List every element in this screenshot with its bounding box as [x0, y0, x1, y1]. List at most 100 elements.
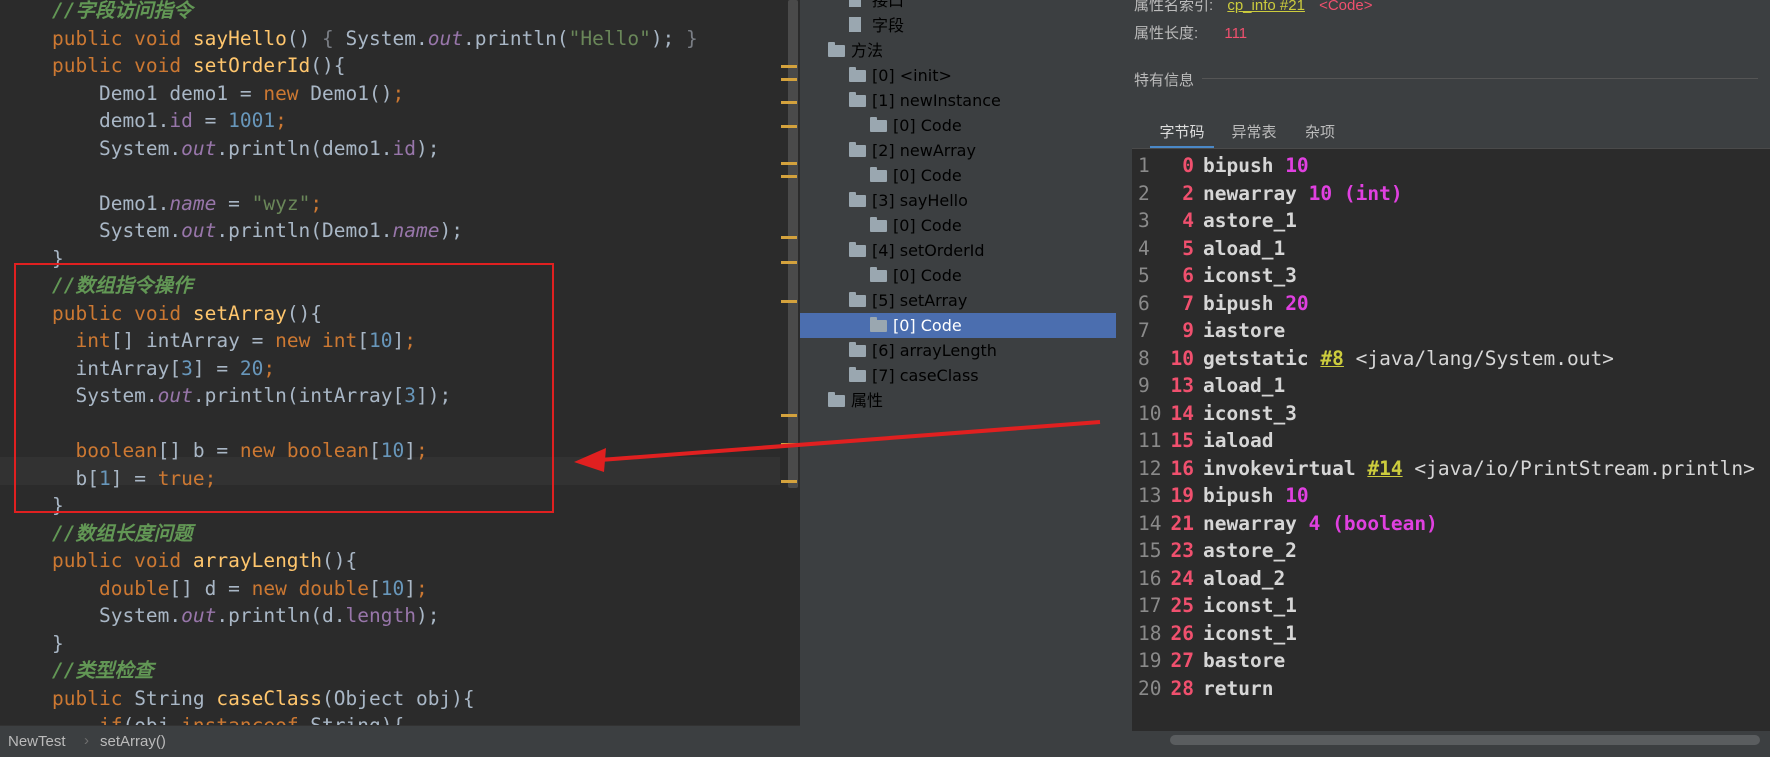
- breadcrumb-class[interactable]: NewTest: [8, 733, 66, 750]
- attr-length-label: 属性长度:: [1134, 25, 1199, 42]
- error-stripe-mark[interactable]: [781, 300, 797, 303]
- bytecode-row[interactable]: 10 14 iconst_3: [1132, 400, 1770, 428]
- code-token: double: [98, 576, 170, 600]
- line-number: 10: [1138, 401, 1162, 425]
- bytecode-row[interactable]: 6 7 bipush 20: [1132, 290, 1770, 318]
- tab-bytecode[interactable]: 字节码: [1150, 120, 1214, 149]
- tree-item[interactable]: [7] caseClass: [800, 363, 1116, 388]
- tree-item[interactable]: 字段: [800, 13, 1116, 38]
- code-line[interactable]: public String caseClass(Object obj){: [52, 685, 475, 713]
- tree-item-label: [1] newInstance: [872, 91, 1001, 110]
- bytecode-offset: 7: [1182, 291, 1194, 315]
- bytecode-row[interactable]: 8 10 getstatic #8 <java/lang/System.out>: [1132, 345, 1770, 373]
- error-stripe-mark[interactable]: [781, 125, 797, 128]
- bytecode-row[interactable]: 13 19 bipush 10: [1132, 482, 1770, 510]
- code-token: //类型检查: [52, 659, 154, 682]
- code-token: );: [439, 219, 463, 242]
- error-stripe-mark[interactable]: [781, 261, 797, 264]
- bytecode-instruction: aload_1: [1203, 235, 1285, 263]
- bytecode-row[interactable]: 2 2 newarray 10 (int): [1132, 180, 1770, 208]
- error-stripe-mark[interactable]: [781, 101, 797, 104]
- code-line[interactable]: public void setOrderId(){: [52, 52, 346, 80]
- tree-item[interactable]: [6] arrayLength: [800, 338, 1116, 363]
- bytecode-row[interactable]: 3 4 astore_1: [1132, 207, 1770, 235]
- code-token: //数组长度问题: [52, 521, 193, 545]
- code-line[interactable]: double[] d = new double[10];: [52, 575, 428, 603]
- code-line[interactable]: //字段访问指令: [52, 0, 192, 25]
- tree-item[interactable]: [0] Code: [800, 263, 1116, 288]
- code-line[interactable]: System.out.println(d.length);: [52, 602, 440, 630]
- code-token: setOrderId: [192, 54, 311, 77]
- bytecode-row[interactable]: 12 16 invokevirtual #14 <java/io/PrintStre…: [1132, 455, 1770, 483]
- tree-item[interactable]: [0] <init>: [800, 63, 1116, 88]
- code-token: System.: [52, 136, 182, 160]
- tree-item[interactable]: [0] Code: [800, 163, 1116, 188]
- bytecode-row[interactable]: 18 26 iconst_1: [1132, 620, 1770, 648]
- error-stripe-mark[interactable]: [781, 65, 797, 68]
- code-line[interactable]: Demo1 demo1 = new Demo1();: [52, 80, 404, 108]
- code-line[interactable]: public void sayHello() { System.out.prin…: [52, 25, 698, 53]
- error-stripe-mark[interactable]: [781, 162, 797, 165]
- bytecode-row[interactable]: 20 28 return: [1132, 675, 1770, 703]
- code-token: {: [322, 26, 346, 50]
- cp-info-link[interactable]: cp_info #21: [1227, 0, 1305, 14]
- tree-item[interactable]: 接口: [800, 0, 1116, 13]
- code-line[interactable]: //类型检查: [52, 657, 153, 685]
- error-stripe-mark[interactable]: [781, 443, 797, 446]
- tree-item[interactable]: [1] newInstance: [800, 88, 1116, 113]
- bytecode-instruction: invokevirtual #14 <java/io/PrintStream.p…: [1203, 455, 1755, 483]
- code-line[interactable]: Demo1.name = "wyz";: [52, 190, 322, 218]
- constant-pool-ref-link[interactable]: #8: [1320, 347, 1343, 370]
- ref-comment: <java/io/PrintStream.println>: [1402, 456, 1755, 480]
- tree-item[interactable]: [0] Code: [800, 213, 1116, 238]
- code-line[interactable]: System.out.println(demo1.id);: [52, 135, 440, 163]
- error-stripe-mark[interactable]: [781, 175, 797, 178]
- bytecode-row[interactable]: 15 23 astore_2: [1132, 537, 1770, 565]
- bytecode-listing[interactable]: 1 0 bipush 10 2 2 newarray 10 (int) 3 4 astore_1…: [1132, 149, 1770, 731]
- constant-pool-ref-link[interactable]: #14: [1367, 457, 1402, 480]
- code-line[interactable]: }: [52, 630, 64, 658]
- breadcrumb-method[interactable]: setArray(): [100, 733, 166, 750]
- tree-item[interactable]: [0] Code: [800, 313, 1116, 338]
- tree-item[interactable]: [5] setArray: [800, 288, 1116, 313]
- error-stripe-mark[interactable]: [781, 480, 797, 483]
- bytecode-row[interactable]: 14 21 newarray 4 (boolean): [1132, 510, 1770, 538]
- folder-icon: [870, 317, 887, 332]
- opcode: iaload: [1203, 429, 1274, 452]
- opcode: astore_1: [1203, 209, 1297, 232]
- bytecode-row[interactable]: 4 5 aload_1: [1132, 235, 1770, 263]
- bytecode-row[interactable]: 9 13 aload_1: [1132, 372, 1770, 400]
- folder-icon: [849, 292, 866, 307]
- bytecode-row[interactable]: 19 27 bastore: [1132, 647, 1770, 675]
- tree-item[interactable]: 方法: [800, 38, 1116, 63]
- tab-misc[interactable]: 杂项: [1292, 120, 1348, 146]
- bytecode-row[interactable]: 7 9 iastore: [1132, 317, 1770, 345]
- bytecode-instruction: astore_1: [1203, 207, 1297, 235]
- tree-item[interactable]: [3] sayHello: [800, 188, 1116, 213]
- bytecode-row[interactable]: 11 15 iaload: [1132, 427, 1770, 455]
- tree-item[interactable]: [2] newArray: [800, 138, 1116, 163]
- bytecode-row[interactable]: 16 24 aload_2: [1132, 565, 1770, 593]
- code-token: ;: [275, 109, 287, 132]
- tree-item[interactable]: 属性: [800, 388, 1116, 413]
- error-stripe-mark[interactable]: [781, 236, 797, 239]
- code-token: =: [216, 191, 252, 215]
- bytecode-row[interactable]: 1 0 bipush 10: [1132, 152, 1770, 180]
- code-line[interactable]: demo1.id = 1001;: [52, 107, 287, 135]
- code-line[interactable]: //数组长度问题: [52, 520, 192, 548]
- tab-exception-table[interactable]: 异常表: [1222, 120, 1286, 146]
- code-token: (){: [322, 549, 358, 572]
- error-stripe-mark[interactable]: [781, 78, 797, 81]
- code-line[interactable]: public void arrayLength(){: [52, 547, 357, 575]
- bytecode-horizontal-scrollbar[interactable]: [1170, 735, 1760, 745]
- bytecode-instruction: aload_2: [1203, 565, 1285, 593]
- tree-item[interactable]: [4] setOrderId: [800, 238, 1116, 263]
- bytecode-row[interactable]: 17 25 iconst_1: [1132, 592, 1770, 620]
- error-stripe-mark[interactable]: [781, 414, 797, 417]
- code-editor[interactable]: //字段访问指令 public void sayHello() { System.…: [0, 0, 800, 757]
- code-line[interactable]: System.out.println(Demo1.name);: [52, 217, 463, 245]
- bytecode-instruction: astore_2: [1203, 537, 1297, 565]
- code-token: .println(: [462, 26, 569, 50]
- bytecode-row[interactable]: 5 6 iconst_3: [1132, 262, 1770, 290]
- tree-item[interactable]: [0] Code: [800, 113, 1116, 138]
